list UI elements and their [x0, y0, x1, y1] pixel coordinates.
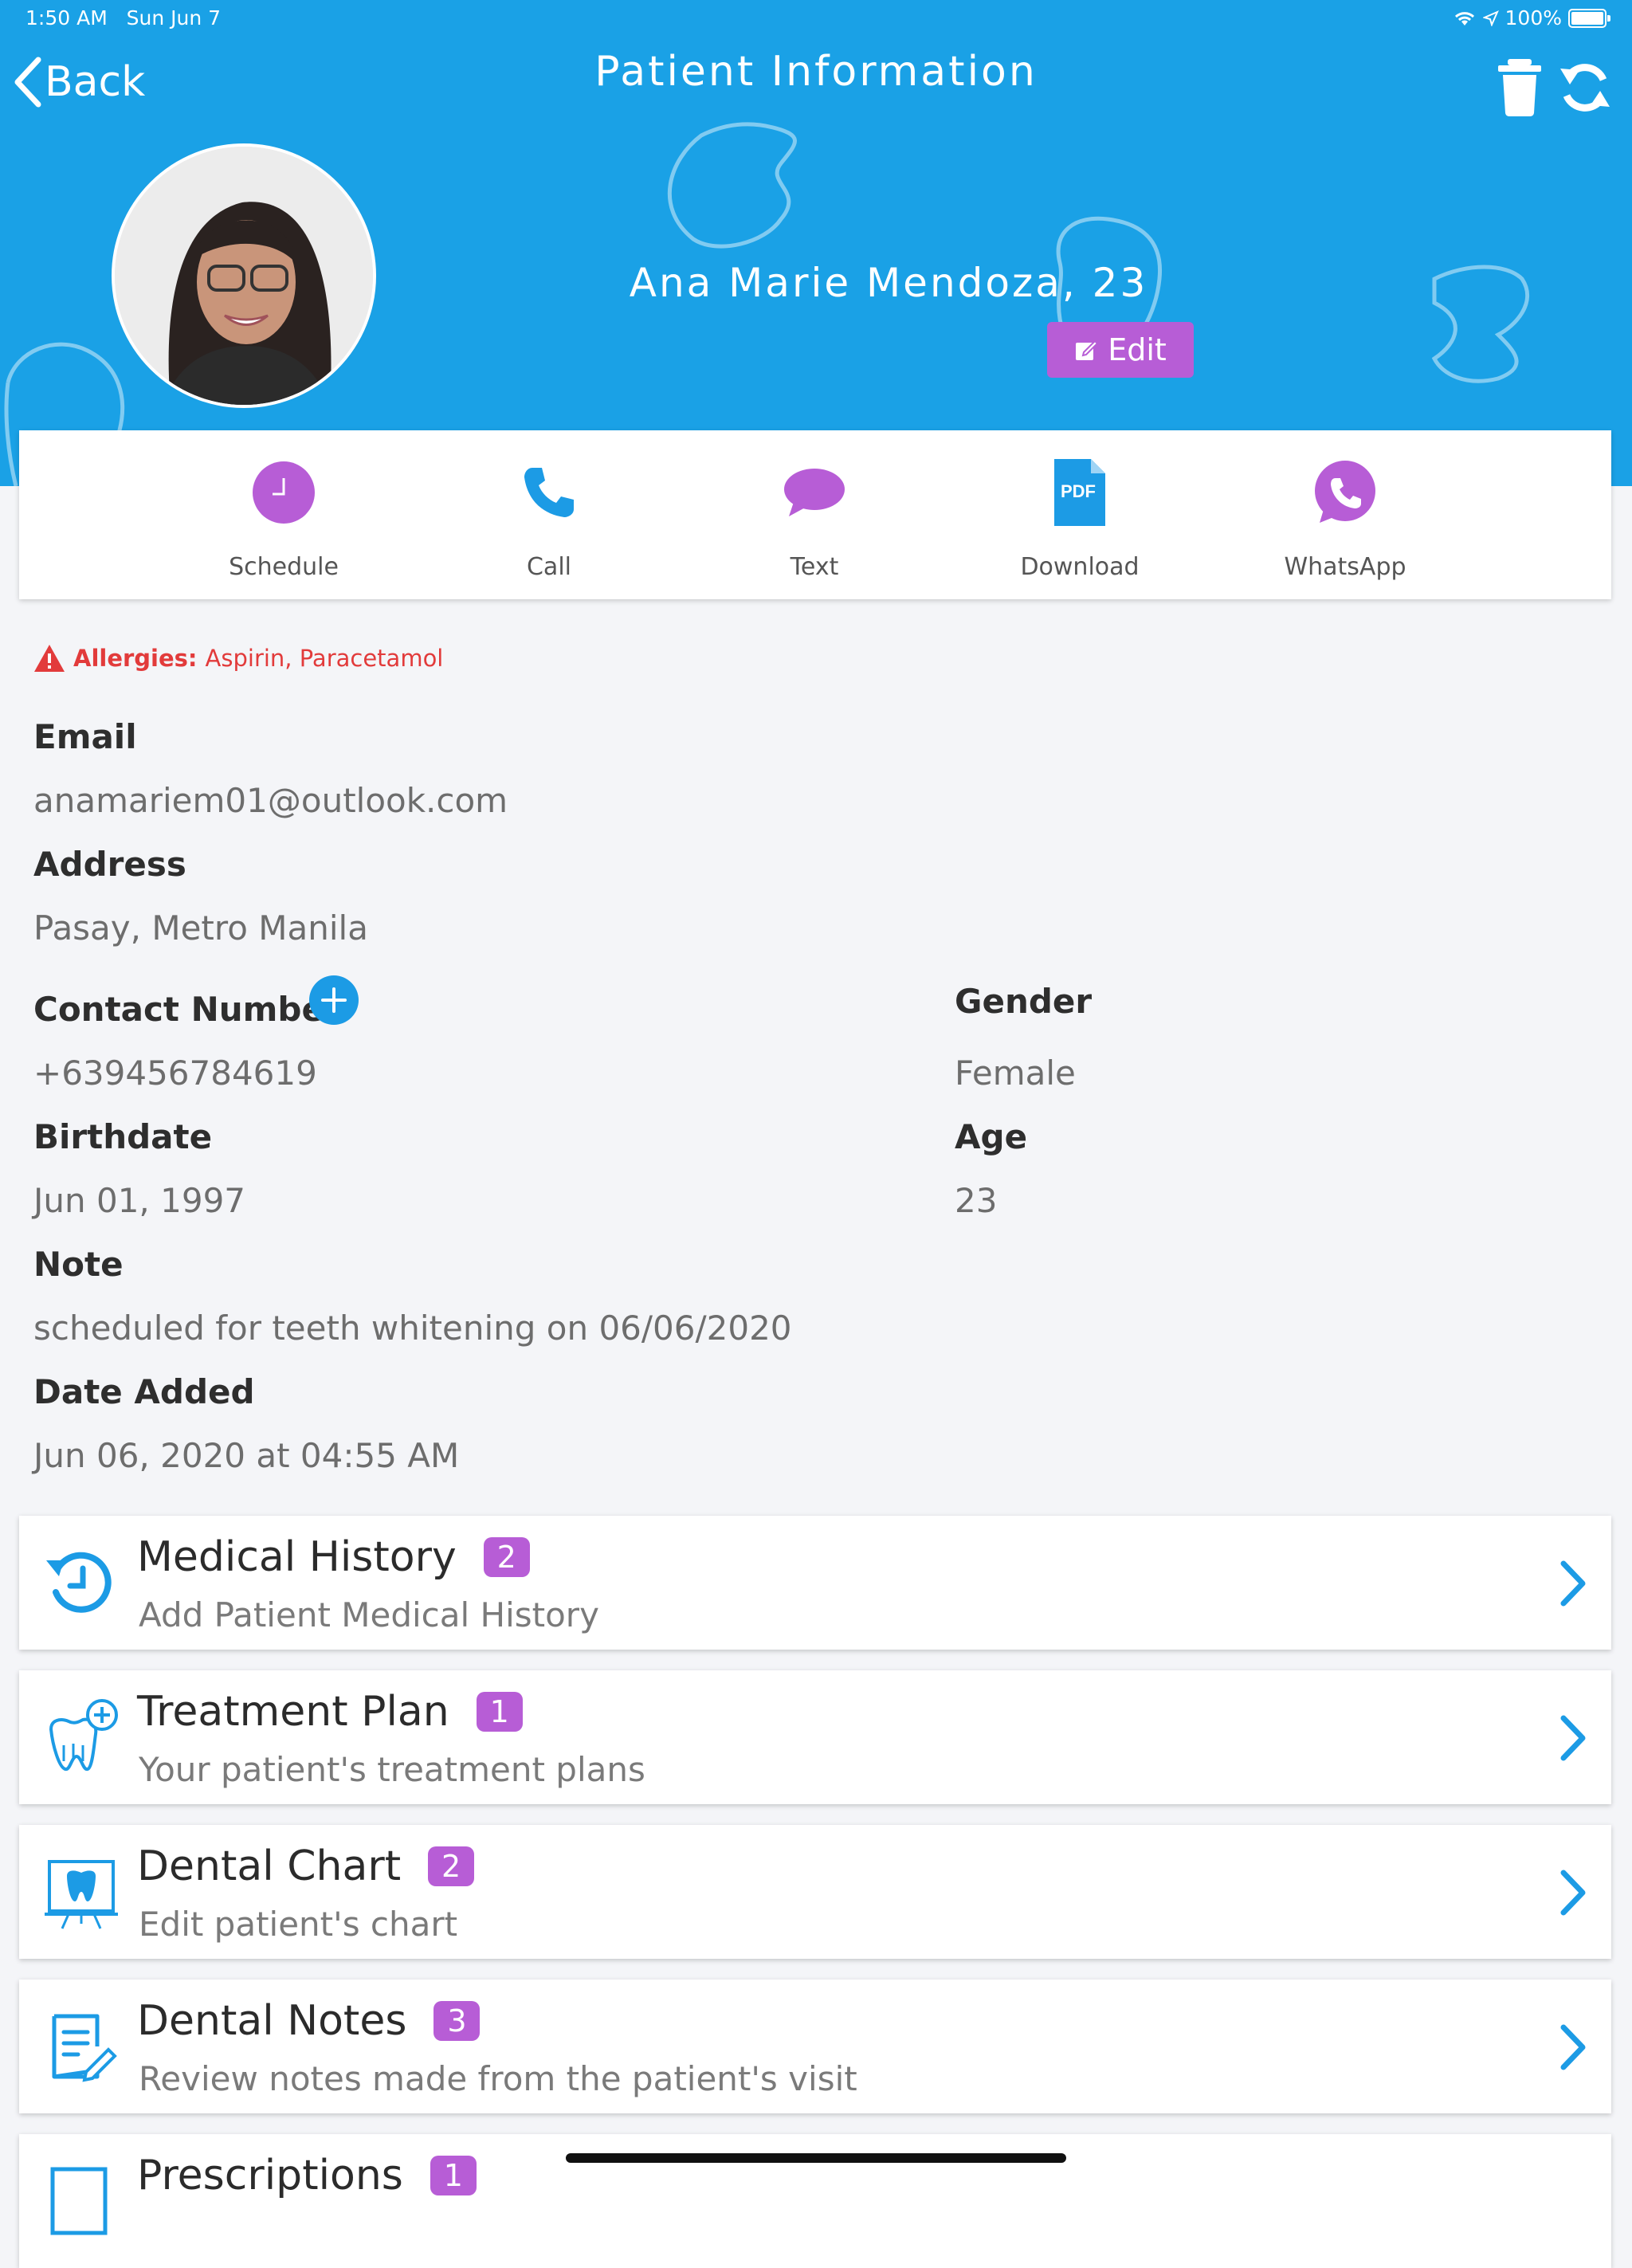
wifi-icon — [1454, 11, 1474, 26]
allergies-value: Aspirin, Paracetamol — [205, 645, 444, 672]
whatsapp-icon — [1315, 461, 1375, 523]
download-label: Download — [1020, 553, 1140, 581]
card-subtitle: Edit patient's chart — [139, 1905, 458, 1944]
dental-notes-card[interactable]: Dental Notes 3 Review notes made from the… — [19, 1980, 1611, 2113]
status-date: Sun Jun 7 — [126, 6, 222, 29]
allergies-label: Allergies: — [73, 645, 198, 672]
schedule-label: Schedule — [229, 553, 339, 581]
gender-value: Female — [955, 1054, 1076, 1093]
count-badge: 1 — [476, 1692, 523, 1732]
contact-number-label: Contact Number — [33, 990, 341, 1029]
call-label: Call — [526, 553, 571, 581]
card-subtitle: Add Patient Medical History — [139, 1595, 599, 1634]
whatsapp-label: WhatsApp — [1284, 553, 1406, 581]
treatment-plan-card[interactable]: Treatment Plan 1 Your patient's treatment… — [19, 1670, 1611, 1804]
warning-icon — [34, 645, 65, 672]
clock-icon — [253, 461, 315, 524]
tooth-plus-icon — [49, 1699, 118, 1772]
date-added-value: Jun 06, 2020 at 04:55 AM — [33, 1436, 460, 1475]
card-subtitle: Review notes made from the patient's vis… — [139, 2059, 857, 2098]
card-subtitle: Your patient's treatment plans — [139, 1750, 645, 1789]
history-icon — [46, 1552, 112, 1613]
count-badge: 2 — [428, 1846, 475, 1886]
card-title: Medical History — [137, 1533, 457, 1581]
chevron-right-icon — [1560, 1560, 1586, 1607]
note-value: scheduled for teeth whitening on 06/06/2… — [33, 1309, 792, 1348]
status-time: 1:50 AM — [26, 6, 108, 29]
battery-percent: 100% — [1504, 6, 1562, 29]
home-indicator[interactable] — [566, 2153, 1066, 2163]
whatsapp-action[interactable]: WhatsApp — [1250, 454, 1441, 581]
page-title: Patient Information — [594, 48, 1038, 96]
card-title: Prescriptions — [137, 2152, 403, 2199]
address-value: Pasay, Metro Manila — [33, 908, 368, 948]
refresh-icon[interactable] — [1557, 56, 1613, 120]
card-title: Dental Chart — [137, 1842, 402, 1890]
age-label: Age — [955, 1117, 1028, 1156]
text-label: Text — [790, 553, 839, 581]
chevron-right-icon — [1560, 1870, 1586, 1916]
pdf-icon: PDF — [1054, 459, 1105, 526]
count-badge: 3 — [434, 2001, 481, 2041]
text-action[interactable]: Text — [719, 454, 910, 581]
quick-actions-bar: Schedule Call Text PDF Download WhatsApp — [19, 430, 1611, 599]
count-badge: 1 — [430, 2156, 477, 2195]
contact-number-value: +639456784619 — [33, 1054, 317, 1093]
card-title: Dental Notes — [137, 1997, 407, 2045]
header-banner: 1:50 AM Sun Jun 7 100% Back Patient Info… — [0, 0, 1632, 486]
card-title: Treatment Plan — [137, 1688, 449, 1736]
chat-bubble-icon — [784, 469, 845, 516]
chevron-right-icon — [1560, 1715, 1586, 1761]
trash-icon[interactable] — [1492, 56, 1548, 120]
notes-icon — [52, 2014, 117, 2082]
email-value: anamariem01@outlook.com — [33, 781, 508, 820]
call-action[interactable]: Call — [453, 454, 645, 581]
birthdate-value: Jun 01, 1997 — [33, 1181, 246, 1220]
patient-avatar — [112, 143, 376, 408]
note-label: Note — [33, 1245, 124, 1284]
avatar-image — [115, 147, 373, 405]
chevron-right-icon — [1560, 2024, 1586, 2070]
location-arrow-icon — [1482, 10, 1499, 26]
add-contact-button[interactable] — [309, 975, 359, 1025]
date-added-label: Date Added — [33, 1372, 255, 1411]
tooth-chart-icon — [45, 1860, 118, 1929]
birthdate-label: Birthdate — [33, 1117, 213, 1156]
medical-history-card[interactable]: Medical History 2 Add Patient Medical His… — [19, 1516, 1611, 1650]
patient-name-age: Ana Marie Mendoza, 23 — [629, 260, 1148, 306]
age-value: 23 — [955, 1181, 998, 1220]
phone-icon — [524, 468, 574, 517]
download-action[interactable]: PDF Download — [984, 454, 1175, 581]
edit-icon — [1076, 339, 1099, 360]
battery-icon — [1568, 8, 1610, 28]
dental-chart-card[interactable]: Dental Chart 2 Edit patient's chart — [19, 1825, 1611, 1959]
edit-label: Edit — [1108, 332, 1167, 367]
status-bar: 1:50 AM Sun Jun 7 100% — [26, 6, 1610, 38]
count-badge: 2 — [483, 1537, 530, 1577]
schedule-action[interactable]: Schedule — [188, 454, 379, 581]
prescription-icon — [50, 2167, 108, 2235]
svg-text:PDF: PDF — [1061, 481, 1096, 501]
address-label: Address — [33, 845, 186, 884]
allergies-alert: Allergies: Aspirin, Paracetamol — [33, 644, 443, 673]
edit-patient-button[interactable]: Edit — [1047, 322, 1194, 378]
gender-label: Gender — [955, 982, 1093, 1021]
email-label: Email — [33, 717, 137, 756]
